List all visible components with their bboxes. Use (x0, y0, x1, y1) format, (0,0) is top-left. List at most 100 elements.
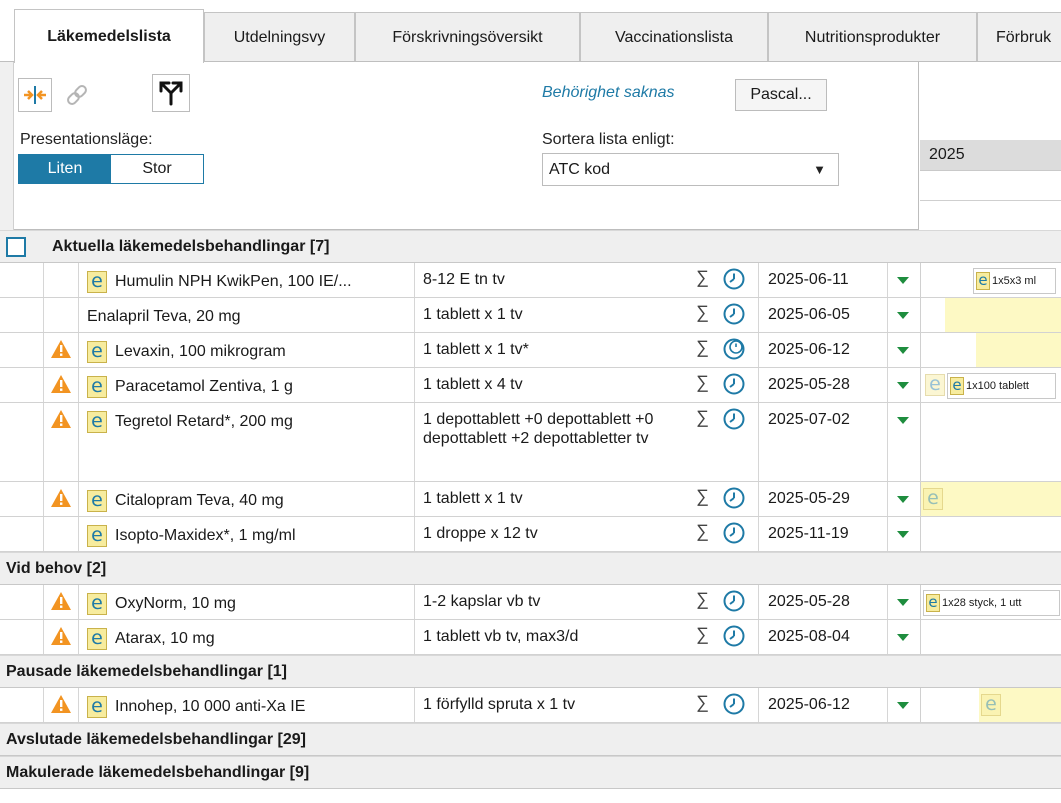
row-dropdown-button[interactable] (887, 482, 920, 516)
sum-icon[interactable]: ∑ (696, 585, 718, 619)
row-dropdown-button[interactable] (887, 368, 920, 402)
row-dropdown-button[interactable] (887, 263, 920, 297)
row-dropdown-button[interactable] (887, 333, 920, 367)
sum-icon[interactable]: ∑ (696, 482, 718, 516)
presentation-mode-toggle: Liten Stor (18, 154, 204, 184)
dosage-text: 1 depottablett +0 depottablett +0 depott… (414, 403, 696, 481)
warning-icon[interactable] (50, 488, 72, 513)
timeline-e-prescription-icon[interactable]: e (981, 694, 1001, 716)
row-dropdown-button[interactable] (887, 688, 920, 722)
medication-row[interactable]: Enalapril Teva, 20 mg 1 tablett x 1 tv ∑ 20… (0, 298, 1061, 333)
branch-button[interactable] (152, 74, 190, 112)
e-prescription-icon[interactable]: e (87, 490, 107, 512)
medication-name-cell[interactable]: Enalapril Teva, 20 mg (78, 298, 414, 332)
warning-icon[interactable] (50, 409, 72, 434)
mode-large-button[interactable]: Stor (111, 155, 203, 183)
warning-icon[interactable] (50, 339, 72, 364)
medication-name-cell[interactable]: e Innohep, 10 000 anti-Xa IE (78, 688, 414, 722)
e-prescription-icon[interactable]: e (87, 271, 107, 293)
clock-icon[interactable] (722, 585, 758, 619)
sum-icon[interactable]: ∑ (696, 620, 718, 654)
warning-icon[interactable] (50, 591, 72, 616)
clock-icon[interactable] (722, 403, 758, 481)
sum-icon[interactable]: ∑ (696, 403, 718, 481)
e-prescription-icon[interactable]: e (87, 696, 107, 718)
tab-forskrivningsoversikt[interactable]: Förskrivningsöversikt (355, 12, 580, 62)
clock-icon[interactable] (722, 333, 758, 367)
clock-icon[interactable] (722, 298, 758, 332)
medication-name-cell[interactable]: e Humulin NPH KwikPen, 100 IE/... (78, 263, 414, 297)
timeline-dispensing-box[interactable]: e 1x5x3 ml (973, 268, 1056, 294)
medication-name-cell[interactable]: e Levaxin, 100 mikrogram (78, 333, 414, 367)
medication-name-cell[interactable]: e Paracetamol Zentiva, 1 g (78, 368, 414, 402)
medication-row[interactable]: e Humulin NPH KwikPen, 100 IE/... 8-12 E t… (0, 263, 1061, 298)
clock-icon[interactable] (722, 517, 758, 551)
e-prescription-icon[interactable]: e (87, 376, 107, 398)
group-select-checkbox[interactable] (6, 236, 26, 257)
tab-lakemedelslista[interactable]: Läkemedelslista (14, 9, 204, 63)
row-dropdown-button[interactable] (887, 620, 920, 654)
split-view-button[interactable] (18, 78, 52, 112)
warning-cell (43, 333, 78, 367)
row-dropdown-button[interactable] (887, 517, 920, 551)
mode-small-button[interactable]: Liten (19, 155, 111, 183)
clock-icon[interactable] (722, 263, 758, 297)
warning-icon[interactable] (50, 694, 72, 719)
warning-icon[interactable] (50, 374, 72, 399)
group-header[interactable]: Vid behov [2] (0, 552, 1061, 585)
clock-icon[interactable] (722, 620, 758, 654)
e-prescription-icon[interactable]: e (87, 525, 107, 547)
group-header[interactable]: Pausade läkemedelsbehandlingar [1] (0, 655, 1061, 688)
link-icon (67, 85, 87, 105)
group-header[interactable]: Makulerade läkemedelsbehandlingar [9] (0, 756, 1061, 789)
timeline-e-prescription-icon[interactable]: e (923, 488, 943, 510)
row-dropdown-button[interactable] (887, 298, 920, 332)
pascal-button[interactable]: Pascal... (735, 79, 827, 111)
medication-name-cell[interactable]: e OxyNorm, 10 mg (78, 585, 414, 619)
dosage-text: 1-2 kapslar vb tv (414, 585, 696, 619)
medication-row[interactable]: e Tegretol Retard*, 200 mg 1 depottablett … (0, 403, 1061, 482)
medication-name-cell[interactable]: e Isopto-Maxidex*, 1 mg/ml (78, 517, 414, 551)
sum-icon[interactable]: ∑ (696, 333, 718, 367)
warning-icon[interactable] (50, 626, 72, 651)
sum-icon[interactable]: ∑ (696, 517, 718, 551)
dosage-text: 1 tablett x 4 tv (414, 368, 696, 402)
e-prescription-icon[interactable]: e (87, 341, 107, 363)
timeline-e-prescription-icon[interactable]: e (925, 374, 945, 396)
group-header[interactable]: Avslutade läkemedelsbehandlingar [29] (0, 723, 1061, 756)
tab-utdelningsvy[interactable]: Utdelningsvy (204, 12, 355, 62)
medication-name-cell[interactable]: e Tegretol Retard*, 200 mg (78, 403, 414, 481)
medication-row[interactable]: e Paracetamol Zentiva, 1 g 1 tablett x 4 t… (0, 368, 1061, 403)
medication-name: Atarax, 10 mg (115, 630, 215, 647)
tab-vaccinationslista[interactable]: Vaccinationslista (580, 12, 768, 62)
sort-select[interactable]: ATC kod ▼ (542, 153, 839, 186)
clock-icon[interactable] (722, 368, 758, 402)
medication-name-cell[interactable]: e Atarax, 10 mg (78, 620, 414, 654)
sum-icon[interactable]: ∑ (696, 688, 718, 722)
timeline-cell (920, 333, 1061, 367)
medication-row[interactable]: e Innohep, 10 000 anti-Xa IE 1 förfylld sp… (0, 688, 1061, 723)
group-header[interactable]: Aktuella läkemedelsbehandlingar [7] (0, 230, 1061, 263)
sum-icon[interactable]: ∑ (696, 368, 718, 402)
tab-nutritionsprodukter[interactable]: Nutritionsprodukter (768, 12, 977, 62)
e-prescription-icon[interactable]: e (87, 411, 107, 433)
medication-row[interactable]: e Levaxin, 100 mikrogram 1 tablett x 1 tv*… (0, 333, 1061, 368)
tab-forbrukning[interactable]: Förbruk (977, 12, 1061, 62)
row-dropdown-button[interactable] (887, 403, 920, 481)
sum-icon[interactable]: ∑ (696, 298, 718, 332)
timeline-dispensing-box[interactable]: e 1x28 styck, 1 utt (923, 590, 1060, 616)
row-dropdown-button[interactable] (887, 585, 920, 619)
sum-icon[interactable]: ∑ (696, 263, 718, 297)
medication-name-cell[interactable]: e Citalopram Teva, 40 mg (78, 482, 414, 516)
medication-row[interactable]: e Isopto-Maxidex*, 1 mg/ml 1 droppe x 12 t… (0, 517, 1061, 552)
medication-row[interactable]: e OxyNorm, 10 mg 1-2 kapslar vb tv ∑ 2025-05… (0, 585, 1061, 620)
dropdown-arrow-icon (897, 312, 909, 319)
clock-icon[interactable] (722, 482, 758, 516)
medication-row[interactable]: e Citalopram Teva, 40 mg 1 tablett x 1 tv ∑… (0, 482, 1061, 517)
timeline-dispensing-box[interactable]: e 1x100 tablett (947, 373, 1056, 399)
e-prescription-icon[interactable]: e (87, 628, 107, 650)
clock-icon[interactable] (722, 688, 758, 722)
e-prescription-icon[interactable]: e (87, 593, 107, 615)
link-button[interactable] (60, 78, 94, 112)
medication-row[interactable]: e Atarax, 10 mg 1 tablett vb tv, max3/d ∑ 20… (0, 620, 1061, 655)
